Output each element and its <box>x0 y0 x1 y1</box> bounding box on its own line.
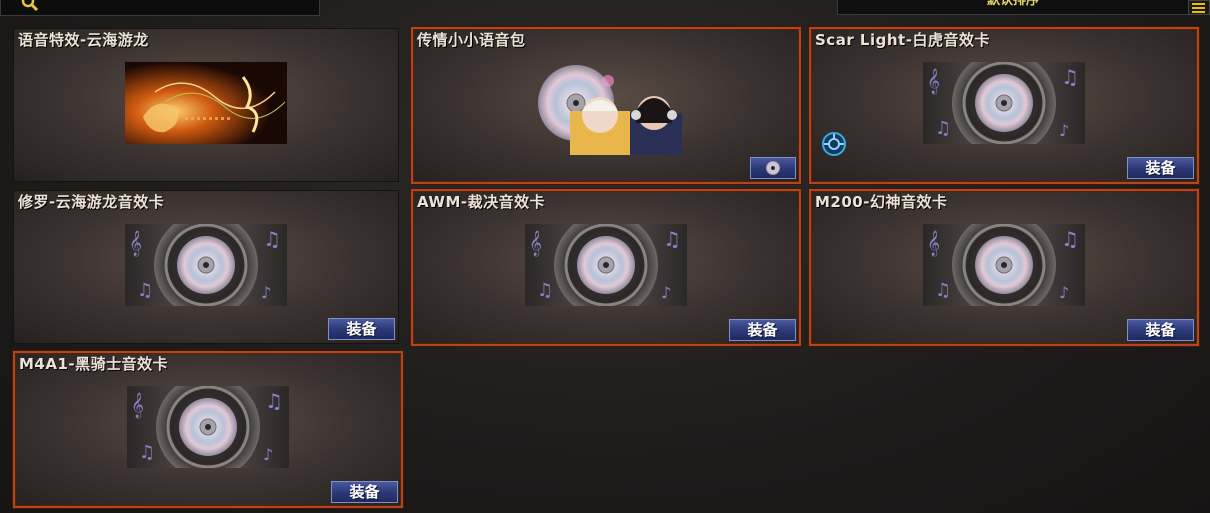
sound-card-speaker-art <box>125 224 287 306</box>
cd-icon <box>766 161 780 175</box>
dragon-sound-effect-art <box>125 62 287 144</box>
equip-button[interactable]: 装备 <box>1127 319 1194 341</box>
equip-button[interactable]: 装备 <box>729 319 796 341</box>
sort-label: 默认排序 <box>986 0 1039 8</box>
search-icon[interactable] <box>21 0 39 12</box>
item-title: 修罗-云海游龙音效卡 <box>18 193 165 211</box>
equip-button[interactable]: 装备 <box>328 318 395 340</box>
equip-button[interactable]: 装备 <box>331 481 398 503</box>
item-card[interactable]: 语音特效-云海游龙 <box>13 28 399 182</box>
equip-button[interactable]: 装备 <box>1127 157 1194 179</box>
item-card[interactable]: AWM-裁决音效卡 装备 <box>411 189 801 346</box>
item-title: 传情小小语音包 <box>417 31 526 49</box>
sort-dropdown[interactable]: 默认排序 <box>837 0 1189 15</box>
item-title: Scar Light-白虎音效卡 <box>815 31 990 49</box>
voice-pack-cd-characters-art <box>538 65 682 155</box>
item-card[interactable]: 修罗-云海游龙音效卡 装备 <box>13 190 399 344</box>
sound-card-speaker-art <box>127 386 289 468</box>
item-card[interactable]: 传情小小语音包 <box>411 27 801 184</box>
item-title: M4A1-黑骑士音效卡 <box>19 355 169 373</box>
sound-card-speaker-art <box>525 224 687 306</box>
item-title: 语音特效-云海游龙 <box>18 31 149 49</box>
item-card[interactable]: M200-幻神音效卡 装备 <box>809 189 1199 346</box>
menu-icon[interactable] <box>1188 0 1210 15</box>
item-card[interactable]: M4A1-黑骑士音效卡 装备 <box>13 351 403 508</box>
search-box[interactable] <box>0 0 320 16</box>
item-card[interactable]: Scar Light-白虎音效卡 装备 <box>809 27 1199 184</box>
sound-card-speaker-art <box>923 224 1085 306</box>
target-badge-icon <box>822 132 846 156</box>
item-title: M200-幻神音效卡 <box>815 193 948 211</box>
preview-button[interactable] <box>750 157 796 179</box>
item-title: AWM-裁决音效卡 <box>417 193 546 211</box>
sound-card-speaker-art <box>923 62 1085 144</box>
